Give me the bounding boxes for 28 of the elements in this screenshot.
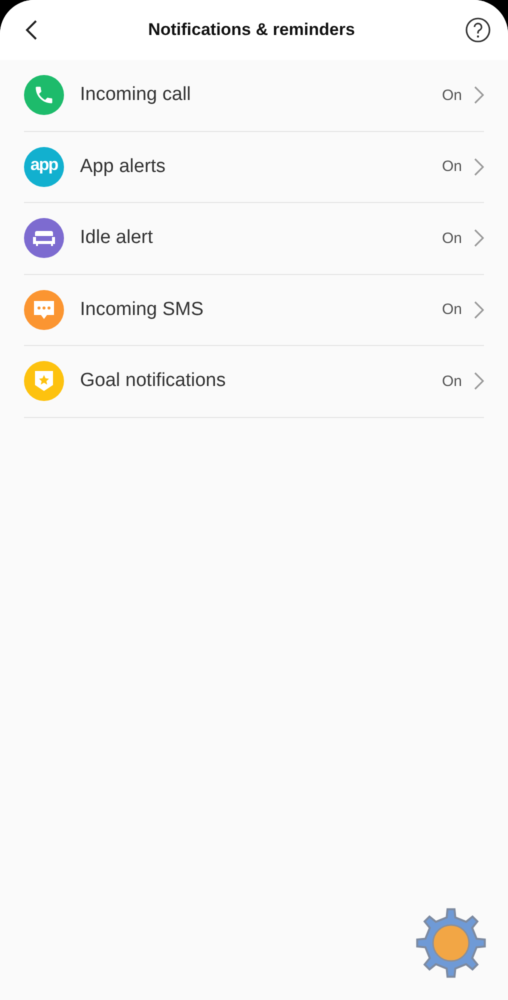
status-text: On xyxy=(442,158,462,176)
settings-row[interactable]: app App alerts On xyxy=(24,132,484,203)
status-text: On xyxy=(442,372,462,390)
sofa-icon xyxy=(32,229,56,248)
app-icon-text: app xyxy=(30,155,58,176)
settings-row[interactable]: Incoming call On xyxy=(24,60,484,132)
status-text: On xyxy=(442,86,462,104)
help-button[interactable] xyxy=(465,17,491,43)
row-label: Incoming SMS xyxy=(80,298,205,321)
row-label: Goal notifications xyxy=(80,370,227,392)
status-text: On xyxy=(442,230,462,247)
star-shield-icon xyxy=(33,369,55,394)
row-label: App alerts xyxy=(80,156,167,178)
page-title: Notifications & reminders xyxy=(148,20,355,40)
settings-row[interactable]: Goal notifications On xyxy=(24,346,484,418)
settings-row[interactable]: Idle alert On xyxy=(24,203,484,274)
chevron-icon xyxy=(474,86,484,104)
chat-bubble-icon xyxy=(32,298,56,321)
chevron-icon xyxy=(474,372,484,390)
floating-gear-button[interactable] xyxy=(416,908,486,978)
row-label: Incoming call xyxy=(80,84,192,106)
status-text: On xyxy=(442,301,462,318)
chevron-icon xyxy=(474,300,484,319)
row-label: Idle alert xyxy=(80,227,154,250)
chevron-icon xyxy=(474,229,484,248)
settings-row[interactable]: Incoming SMS On xyxy=(24,274,484,346)
back-button[interactable] xyxy=(24,19,38,41)
chevron-icon xyxy=(474,158,484,176)
